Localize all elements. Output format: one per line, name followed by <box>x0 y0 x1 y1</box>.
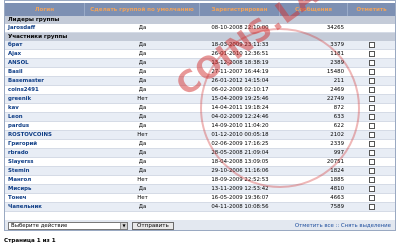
member-name-link[interactable]: Slayerss <box>5 158 85 166</box>
table-row: Stemin Да 29-10-2006 11:16:06 1824 <box>5 167 395 176</box>
mark-cell <box>348 203 395 211</box>
member-name-link[interactable]: rbrado <box>5 149 85 157</box>
col-header-name[interactable]: Логин <box>5 3 85 16</box>
member-name-link[interactable]: Ajax <box>5 50 85 58</box>
select-member-checkbox[interactable] <box>368 132 375 138</box>
select-member-checkbox[interactable] <box>368 204 375 210</box>
table-row: Мисирь Да 13-11-2009 12:53:42 4810 <box>5 185 395 194</box>
select-member-checkbox[interactable] <box>368 186 375 192</box>
member-name-link[interactable]: Leon <box>5 113 85 121</box>
select-member-checkbox[interactable] <box>368 150 375 156</box>
mark-links[interactable]: Отметить все :: Снять выделение <box>295 223 395 229</box>
mark-cell <box>348 176 395 184</box>
mark-cell <box>348 158 395 166</box>
message-count: 7589 <box>330 204 344 210</box>
section-leaders: Лидеры группы <box>5 16 395 24</box>
member-name-link[interactable]: kav <box>5 104 85 112</box>
select-member-checkbox[interactable] <box>368 195 375 201</box>
select-member-checkbox[interactable] <box>368 69 375 75</box>
select-member-checkbox[interactable] <box>368 87 375 93</box>
table-row: Jarosdaff Да 08-10-2008 22:10:00 34265 <box>5 24 395 33</box>
default-group-value: Да <box>138 42 147 48</box>
member-name-link[interactable]: coins2491 <box>5 86 85 94</box>
select-member-checkbox[interactable] <box>368 177 375 183</box>
mark-cell <box>348 167 395 175</box>
member-name-link[interactable]: Jarosdaff <box>5 24 85 32</box>
default-group-value: Да <box>138 123 147 129</box>
select-member-checkbox[interactable] <box>368 105 375 111</box>
member-name-link[interactable]: pardus <box>5 122 85 130</box>
table-row: Тонеч Нет 16-05-2009 19:36:07 4663 <box>5 194 395 203</box>
section-members: Участники группы <box>5 33 395 41</box>
pagination-text: Страница 1 из 1 <box>4 238 56 244</box>
select-member-checkbox[interactable] <box>368 60 375 66</box>
default-group-value: Да <box>138 141 147 147</box>
default-group-value: Да <box>138 114 147 120</box>
member-name-link[interactable]: Григорий <box>5 140 85 148</box>
select-member-checkbox[interactable] <box>368 96 375 102</box>
mark-cell <box>348 50 395 58</box>
registered-date: 04-11-2008 10:08:56 <box>211 204 269 210</box>
member-name-link[interactable]: greenik <box>5 95 85 103</box>
select-member-checkbox[interactable] <box>368 168 375 174</box>
member-name-link[interactable]: Basil <box>5 68 85 76</box>
select-member-checkbox[interactable] <box>368 42 375 48</box>
select-member-checkbox[interactable] <box>368 78 375 84</box>
mark-cell <box>348 68 395 76</box>
member-name-link[interactable]: Stemin <box>5 167 85 175</box>
default-group-value: Нет <box>137 177 148 183</box>
action-select[interactable]: Выберите действие ▼ <box>8 221 128 230</box>
select-member-checkbox[interactable] <box>368 51 375 57</box>
default-group-value: Да <box>138 105 147 111</box>
member-name-link[interactable]: Мангол <box>5 176 85 184</box>
table-header: Логин Сделать группой по умолчанию Зарег… <box>5 3 395 16</box>
select-member-checkbox[interactable] <box>368 159 375 165</box>
default-group-value: Нет <box>137 96 148 102</box>
table-row: брат Да 18-03-2009 23:11:33 3379 <box>5 41 395 50</box>
select-member-checkbox[interactable] <box>368 114 375 120</box>
table-footer: Выберите действие ▼ Отправить Отметить в… <box>5 220 395 230</box>
mark-cell <box>348 59 395 67</box>
default-group-value: Да <box>138 186 147 192</box>
default-group-value: Да <box>138 204 147 210</box>
default-group-value: Да <box>138 150 147 156</box>
member-name-link[interactable]: Тонеч <box>5 194 85 202</box>
member-name-link[interactable]: ROSTOVCOINS <box>5 131 85 139</box>
member-name-link[interactable]: ANSOL <box>5 59 85 67</box>
chevron-down-icon[interactable]: ▼ <box>120 222 127 229</box>
message-count: 4663 <box>330 195 344 201</box>
select-member-checkbox[interactable] <box>368 123 375 129</box>
default-group-value: Нет <box>137 195 148 201</box>
member-name-link[interactable]: Чапельник <box>5 203 85 211</box>
action-select-value: Выберите действие <box>11 222 68 229</box>
member-name-link[interactable]: Basemaster <box>5 77 85 85</box>
table-row: Чапельник Да 04-11-2008 10:08:56 7589 <box>5 203 395 212</box>
default-group-value: Да <box>138 51 147 57</box>
mark-cell <box>348 194 395 202</box>
mark-cell <box>348 149 395 157</box>
member-name-link[interactable]: Мисирь <box>5 185 85 193</box>
mark-cell <box>348 185 395 193</box>
table-row: Мангол Нет 18-09-2009 22:52:53 1885 <box>5 176 395 185</box>
mark-cell <box>348 41 395 49</box>
default-group-value: Да <box>138 159 147 165</box>
mark-cell <box>348 24 395 32</box>
registered-date: 16-05-2009 19:36:07 <box>211 195 269 201</box>
col-header-default-group[interactable]: Сделать группой по умолчанию <box>85 3 200 16</box>
submit-button[interactable]: Отправить <box>132 221 174 230</box>
select-member-checkbox[interactable] <box>368 141 375 147</box>
default-group-value: Да <box>138 25 147 31</box>
member-name-link[interactable]: брат <box>5 41 85 49</box>
col-header-mark: Отметить <box>356 6 387 13</box>
default-group-value: Нет <box>137 132 148 138</box>
mark-cell <box>348 140 395 148</box>
default-group-value: Да <box>138 168 147 174</box>
